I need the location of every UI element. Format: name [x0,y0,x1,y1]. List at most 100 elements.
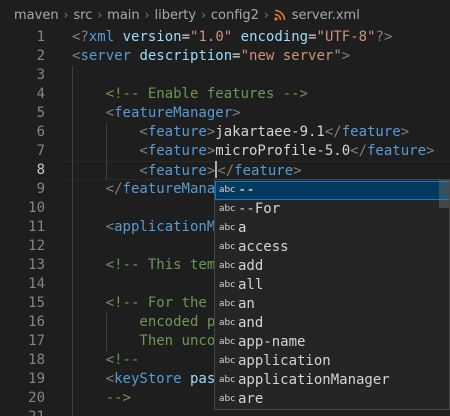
code-line[interactable]: 3 [0,66,450,85]
indent-guide [72,256,73,275]
code-token: keyStore [114,371,182,387]
code-token: --> [105,390,131,406]
code-text: <?xml version="1.0" encoding="UTF-8"?> [72,28,392,47]
code-token: < [105,371,115,387]
suggestion-label: a [238,220,247,236]
code-token: "1.0" [190,29,233,45]
line-number: 20 [28,390,45,406]
code-token: > [293,163,302,179]
indent-guide [72,142,73,161]
suggestion-item[interactable]: abc application [215,352,449,371]
indent-guide [105,142,107,161]
chevron-right-icon: › [97,8,103,22]
suggestion-scrollbar-thumb[interactable] [439,180,449,208]
suggestion-item[interactable]: abc an [215,295,449,314]
indent-guide [72,294,73,313]
breadcrumb-item[interactable]: main [107,8,139,23]
chevron-right-icon: › [201,8,206,22]
code-line[interactable]: 7 <feature>microProfile-5.0</feature> [0,142,450,161]
suggestion-item[interactable]: abc are [215,390,449,409]
breadcrumb-item[interactable]: config2 [211,8,259,23]
line-number: 11 [28,219,45,235]
breadcrumb-item[interactable]: maven [14,8,59,23]
code-text: <feature> </feature> [139,161,302,181]
line-number: 18 [28,352,45,368]
suggestion-widget[interactable]: abc are abc applicationManager abc applicatio… [214,179,450,410]
suggestion-item[interactable]: abc access [215,238,449,257]
line-number: 4 [36,86,45,102]
text-word-icon: abc [219,394,236,404]
code-token: version [122,29,182,45]
line-number: 2 [36,48,45,64]
indent-guide [72,104,73,123]
text-word-icon: abc [219,318,236,328]
suggestion-item[interactable]: abc applicationManager [215,371,449,390]
code-line[interactable]: 4 <!-- Enable features --> [0,85,450,104]
line-number: 13 [28,257,45,273]
code-token: feature [234,163,294,179]
suggestion-item[interactable]: abc and [215,314,449,333]
code-token: > [206,163,216,179]
code-token: < [139,163,148,179]
suggestion-item[interactable]: abc all [215,276,449,295]
code-token: jakartaee-9.1 [215,124,325,140]
line-number: 12 [28,238,45,254]
suggestion-item[interactable]: abc app-name [215,333,449,352]
code-token: </ [105,181,123,197]
code-token: <!-- Enable features --> [105,86,308,102]
code-token: </ [350,143,367,159]
suggestion-label: application [238,353,331,369]
code-line[interactable]: 6 <feature>jakartaee-9.1</feature> [0,123,450,142]
code-token: xml [88,29,115,45]
code-token: description [139,48,233,64]
suggestion-item[interactable]: abc -- [215,181,449,200]
code-token: </ [217,163,235,179]
code-line[interactable]: 1 <?xml version="1.0" encoding="UTF-8"?> [0,28,450,47]
code-token: < [139,143,148,159]
breadcrumb-file[interactable]: server.xml [292,8,360,23]
code-text: <server description="new server"> [72,47,350,66]
suggestion-scrollbar[interactable] [439,180,449,409]
text-word-icon: abc [219,261,236,271]
suggestion-label: app-name [238,334,306,350]
code-token: <? [72,29,89,45]
code-line[interactable]: 8 <feature> </feature> [0,161,450,180]
text-word-icon: abc [219,223,236,233]
indent-guide [72,313,73,332]
suggestion-label: access [238,239,289,255]
code-text: <!-- [106,351,140,370]
suggestion-label: --For [238,201,281,217]
text-word-icon: abc [219,280,236,290]
suggestion-item[interactable]: abc a [215,219,449,238]
text-word-icon: abc [219,337,236,347]
line-number: 14 [28,276,45,292]
code-text: <feature>microProfile-5.0</feature> [139,142,434,161]
suggestion-label: are [238,391,264,407]
breadcrumb-item[interactable]: liberty [154,8,196,23]
line-number: 10 [28,200,45,216]
suggestion-label: and [238,315,264,331]
code-line[interactable]: 5 <featureManager> [0,104,450,123]
indent-guide [72,218,73,237]
suggestion-item[interactable]: abc add [215,257,449,276]
code-line[interactable]: 2 <server description="new server"> [0,47,450,66]
breadcrumb-item[interactable]: src [73,8,92,23]
indent-guide [105,161,107,180]
indent-guide [72,199,73,218]
suggestion-label: all [238,277,264,293]
chevron-right-icon: › [144,8,150,22]
line-number: 3 [36,67,45,83]
indent-guide [72,123,73,142]
code-token: feature [147,163,207,179]
code-token: microProfile-5.0 [215,143,351,159]
indent-guide [72,66,73,85]
chevron-right-icon: › [63,8,69,22]
suggestion-label: -- [238,182,255,198]
indent-guide [105,332,107,351]
code-token: featureManager [114,105,233,121]
text-word-icon: abc [219,204,236,214]
indent-guide [72,237,73,256]
suggestion-label: applicationManager [238,372,390,388]
suggestion-item[interactable]: abc --For [215,200,449,219]
